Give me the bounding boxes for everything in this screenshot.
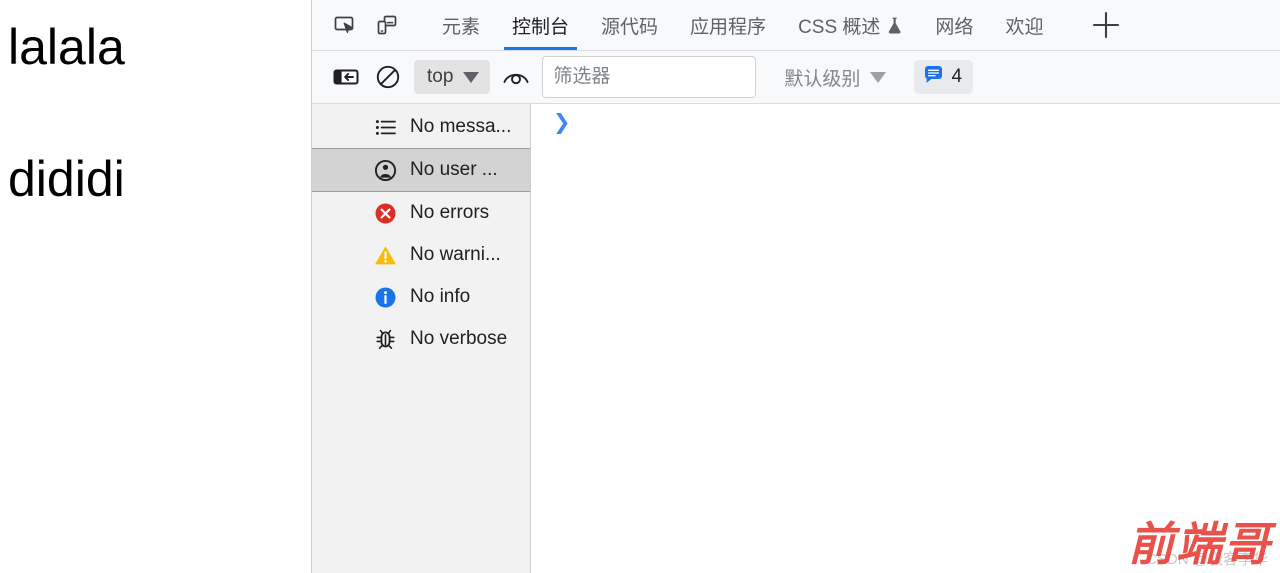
sidebar-item-user-messages-label: No user ... [410,159,498,180]
tab-console-label: 控制台 [512,16,570,38]
tab-console[interactable]: 控制台 [496,0,585,50]
tab-sources[interactable]: 源代码 [585,0,674,50]
message-bubble-icon [923,64,944,91]
console-body: No messa... No user ... No errors No war… [312,104,1280,573]
tab-css-overview[interactable]: CSS 概述 [782,0,919,50]
tab-welcome-label: 欢迎 [1005,16,1044,38]
flask-icon [886,16,903,35]
chevron-down-icon [463,71,480,83]
tab-elements[interactable]: 元素 [426,0,496,50]
user-message-icon [374,159,397,182]
info-icon [374,286,397,309]
sidebar-item-info[interactable]: No info [312,276,530,318]
execution-context-select[interactable]: top [414,60,491,94]
page-text-lalala: lalala [8,19,125,75]
filter-input[interactable] [542,56,757,98]
console-toolbar: top 默认级别 [312,51,1280,104]
tab-elements-label: 元素 [442,16,481,38]
watermark-logo: 前端哥 [1128,519,1272,570]
inspect-element-icon[interactable] [328,8,362,42]
sidebar-item-warnings-label: No warni... [410,244,501,265]
list-icon [374,116,397,139]
chevron-down-icon [870,71,887,83]
console-prompt-row[interactable]: ❯ [531,104,1280,142]
log-level-value: 默认级别 [784,68,861,90]
tab-welcome[interactable]: 欢迎 [989,0,1059,50]
warning-icon [374,244,397,267]
log-level-select[interactable]: 默认级别 [774,60,894,94]
add-tab-icon[interactable] [1083,2,1129,48]
tab-network-label: 网络 [935,16,974,38]
prompt-chevron-icon: ❯ [553,111,571,134]
message-count-badge[interactable]: 4 [914,60,974,94]
page-text-dididi: dididi [8,151,125,207]
web-page-viewport: lalala dididi [0,0,311,573]
show-console-sidebar-icon[interactable] [330,61,362,93]
console-output-area[interactable]: ❯ 前端哥 CSDN @极客李华 [531,104,1280,573]
sidebar-item-user-messages[interactable]: No user ... [312,148,530,192]
clear-console-icon[interactable] [372,61,404,93]
sidebar-item-errors[interactable]: No errors [312,192,530,234]
devtools-panel: 元素 控制台 源代码 应用程序 CSS 概述 网络 欢迎 top 筛选器 默认级… [311,0,1280,573]
sidebar-item-verbose[interactable]: No verbose [312,318,530,360]
tab-network[interactable]: 网络 [919,0,989,50]
watermark-credit: CSDN @极客李华 [1146,551,1268,568]
sidebar-item-messages[interactable]: No messa... [312,106,530,148]
device-toolbar-icon[interactable] [370,8,404,42]
tab-css-overview-label: CSS 概述 [798,16,881,38]
sidebar-item-verbose-label: No verbose [410,328,508,349]
live-expression-icon[interactable] [500,61,532,93]
sidebar-item-warnings[interactable]: No warni... [312,234,530,276]
devtools-tabstrip: 元素 控制台 源代码 应用程序 CSS 概述 网络 欢迎 [312,0,1280,51]
console-sidebar: No messa... No user ... No errors No war… [312,104,531,573]
error-icon [374,202,397,225]
watermark: 前端哥 CSDN @极客李华 [1128,522,1272,569]
bug-icon [374,328,397,351]
message-count-value: 4 [951,66,963,87]
sidebar-item-messages-label: No messa... [410,116,512,137]
sidebar-item-info-label: No info [410,286,471,307]
screenshot-root: lalala dididi 元素 控制台 源代码 应用程序 CSS 概述 网络 … [0,0,1280,573]
tab-sources-label: 源代码 [601,16,659,38]
tab-application[interactable]: 应用程序 [674,0,782,50]
execution-context-value: top [427,66,454,87]
tab-application-label: 应用程序 [690,16,767,38]
sidebar-item-errors-label: No errors [410,202,490,223]
